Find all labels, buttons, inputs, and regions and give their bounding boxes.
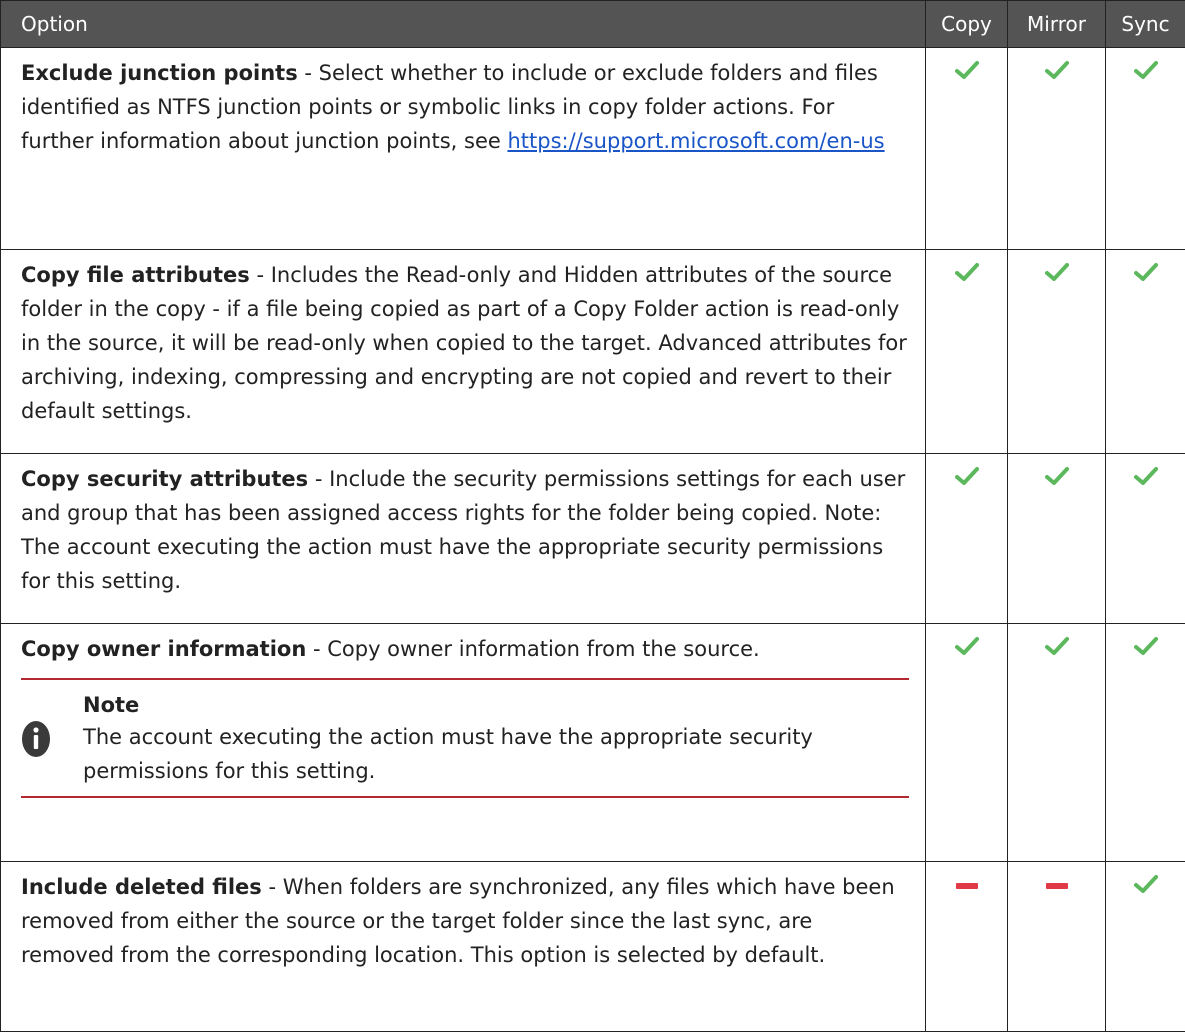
table-row: Copy security attributes - Include the s… [0,453,1185,624]
table-row: Exclude junction points - Select whether… [0,47,1185,250]
checkmark-icon [1133,263,1158,281]
option-title: Copy owner information [21,637,307,661]
checkmark-icon [1133,875,1158,893]
sync-cell [1105,47,1185,250]
copy-cell [925,453,1008,624]
note-body: Note The account executing the action mu… [83,690,909,788]
option-description: Include deleted files - When folders are… [0,861,926,1032]
checkmark-icon [1044,637,1069,655]
option-description: Copy owner information - Copy owner info… [0,623,926,862]
copy-cell [925,861,1008,1032]
checkmark-icon [1133,637,1158,655]
option-description: Copy file attributes - Includes the Read… [0,249,926,454]
table-row: Copy file attributes - Includes the Read… [0,249,1185,454]
mirror-cell [1007,453,1106,624]
info-icon [22,721,50,757]
note-title: Note [83,693,140,717]
copy-cell [925,623,1008,862]
sync-cell [1105,249,1185,454]
checkmark-icon [1044,61,1069,79]
note-icon-container [21,690,83,788]
dash-icon [1045,883,1068,889]
option-description: Copy security attributes - Include the s… [0,453,926,624]
header-copy: Copy [925,0,1008,48]
option-description: Exclude junction points - Select whether… [0,47,926,250]
note-box: Note The account executing the action mu… [21,678,909,798]
header-sync: Sync [1105,0,1185,48]
mirror-cell [1007,623,1106,862]
sync-cell [1105,861,1185,1032]
option-title: Copy file attributes [21,263,250,287]
header-mirror: Mirror [1007,0,1106,48]
copy-cell [925,47,1008,250]
checkmark-icon [954,61,979,79]
mirror-cell [1007,47,1106,250]
dash-icon [955,883,978,889]
header-option: Option [0,0,926,48]
table-row: Copy owner information - Copy owner info… [0,623,1185,862]
sync-cell [1105,453,1185,624]
copy-cell [925,249,1008,454]
options-table: Option Copy Mirror Sync Exclude junction… [0,0,1185,1032]
sync-cell [1105,623,1185,862]
checkmark-icon [1044,263,1069,281]
checkmark-icon [954,467,979,485]
checkmark-icon [954,263,979,281]
note-text: The account executing the action must ha… [83,725,813,783]
table-header-row: Option Copy Mirror Sync [0,0,1185,48]
table-row: Include deleted files - When folders are… [0,861,1185,1032]
microsoft-support-link[interactable]: https://support.microsoft.com/en-us [507,129,884,153]
option-text: - Copy owner information from the source… [306,637,760,661]
option-title: Copy security attributes [21,467,309,491]
option-title: Include deleted files [21,875,262,899]
checkmark-icon [1044,467,1069,485]
checkmark-icon [1133,61,1158,79]
option-text: - Includes the Read-only and Hidden attr… [21,263,907,423]
checkmark-icon [1133,467,1158,485]
mirror-cell [1007,249,1106,454]
mirror-cell [1007,861,1106,1032]
checkmark-icon [954,637,979,655]
option-title: Exclude junction points [21,61,298,85]
